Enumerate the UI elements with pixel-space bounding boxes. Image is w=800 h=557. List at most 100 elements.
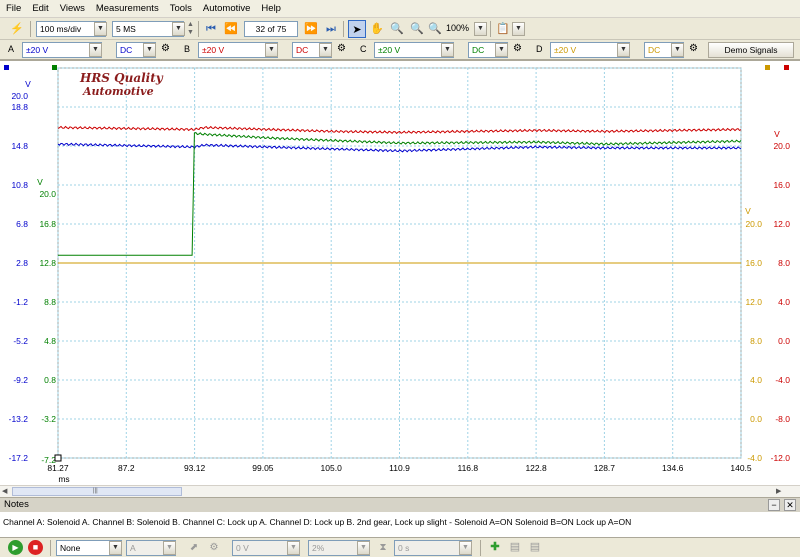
- advanced-trigger-icon[interactable]: ⚙: [205, 539, 223, 557]
- zoom-level: 100%: [446, 23, 470, 33]
- previous-buffer-icon[interactable]: ⏪: [222, 20, 240, 38]
- zoom-area-icon[interactable]: 🔍: [388, 20, 406, 38]
- channel-options-icon[interactable]: ⚙: [689, 43, 698, 54]
- axis-b-tick: -8.0: [775, 414, 790, 424]
- buffer-number-field[interactable]: 32 of 75: [244, 21, 298, 37]
- channel-options-icon[interactable]: ⚙: [161, 43, 170, 54]
- scope-chart: V20.018.814.810.86.82.8-1.2-5.2-9.2-13.2…: [4, 65, 791, 484]
- axis-b-unit: V: [774, 129, 780, 139]
- channel-b-marker: [784, 65, 789, 70]
- stop-icon[interactable]: ■: [28, 540, 43, 555]
- scope-view[interactable]: V 20.0 18.8 14.8 10.8 6.8 2.8 -1.2 -5.2 -9.2 -13.2…: [0, 60, 800, 485]
- menu-views[interactable]: Views: [54, 0, 90, 14]
- next-buffer-icon[interactable]: ⏩: [302, 20, 320, 38]
- chevron-down-icon[interactable]: ▼: [495, 43, 508, 57]
- horizontal-scrollbar[interactable]: ◀ ||| ▶: [0, 485, 800, 497]
- axis-a-tick: 14.8: [11, 141, 28, 151]
- first-buffer-icon[interactable]: ⏮: [202, 20, 220, 38]
- chevron-down-icon[interactable]: ▼: [94, 22, 107, 36]
- hand-tool-icon[interactable]: ✋: [368, 20, 386, 38]
- channel-c-marker: [52, 65, 57, 70]
- chevron-down-icon[interactable]: ▼: [671, 43, 684, 57]
- notes-text[interactable]: Channel A: Solenoid A. Channel B: Soleno…: [0, 512, 800, 537]
- axis-d-unit: V: [745, 206, 751, 216]
- axis-x-tick: 99.05: [252, 463, 274, 473]
- demo-signals-button[interactable]: Demo Signals: [708, 42, 794, 58]
- rising-edge-icon[interactable]: ⬈: [185, 539, 203, 557]
- close-icon[interactable]: ✕: [784, 499, 796, 511]
- chevron-down-icon[interactable]: ▼: [441, 43, 454, 57]
- pointer-tool-icon[interactable]: ➤: [348, 20, 366, 38]
- axis-a-tick: -9.2: [13, 375, 28, 385]
- chevron-down-icon[interactable]: ▼: [512, 22, 525, 36]
- channel-a-marker: [4, 65, 9, 70]
- axis-x-tick: 81.27: [47, 463, 69, 473]
- probe-icon[interactable]: ⚡: [8, 20, 26, 38]
- chevron-down-icon[interactable]: ▼: [459, 541, 472, 555]
- axis-c-tick: 8.8: [44, 297, 56, 307]
- logo-line-1: HRS Quality: [80, 71, 163, 85]
- toolbar-divider: [343, 21, 344, 37]
- chevron-down-icon[interactable]: ▼: [474, 22, 487, 36]
- notes-title: Notes: [4, 499, 29, 510]
- axis-b-tick: -12.0: [771, 453, 791, 463]
- channel-letter: D: [536, 44, 543, 54]
- menu-edit[interactable]: Edit: [26, 0, 53, 14]
- axis-c-tick: 4.8: [44, 336, 56, 346]
- axis-d-tick: 20.0: [745, 219, 762, 229]
- add-measurement-icon[interactable]: ✚: [486, 538, 504, 556]
- chevron-down-icon[interactable]: ▼: [89, 43, 102, 57]
- last-buffer-icon[interactable]: ⏭: [322, 20, 340, 38]
- menu-help[interactable]: Help: [255, 0, 286, 14]
- axis-b-tick: 12.0: [773, 219, 790, 229]
- axis-d-tick: 16.0: [745, 258, 762, 268]
- axis-a-tick: 6.8: [16, 219, 28, 229]
- chevron-down-icon[interactable]: ▼: [287, 541, 300, 555]
- chevron-down-icon[interactable]: ▼: [265, 43, 278, 57]
- axis-a-tick: 10.8: [11, 180, 28, 190]
- channel-options-icon[interactable]: ⚙: [337, 43, 346, 54]
- zoom-in-icon[interactable]: 🔍: [408, 20, 426, 38]
- chevron-down-icon[interactable]: ▼: [143, 43, 156, 57]
- channel-d-marker: [765, 65, 770, 70]
- chevron-down-icon[interactable]: ▼: [319, 43, 332, 57]
- axis-x-tick: 93.12: [184, 463, 206, 473]
- chevron-down-icon[interactable]: ▼: [617, 43, 630, 57]
- axis-x-tick: 110.9: [389, 463, 410, 473]
- axis-a-tick: 20.0: [11, 91, 28, 101]
- scroll-left-icon[interactable]: ◀: [2, 487, 7, 495]
- toolbar-divider: [480, 540, 481, 556]
- channel-options-icon[interactable]: ⚙: [513, 43, 522, 54]
- axis-x-tick: 140.5: [730, 463, 752, 473]
- axis-c-tick: 20.0: [39, 189, 56, 199]
- minimize-icon[interactable]: −: [768, 499, 780, 511]
- axis-b-tick: 20.0: [773, 141, 790, 151]
- menu-tools[interactable]: Tools: [164, 0, 197, 14]
- samples-spinner[interactable]: ▲ ▼: [187, 21, 194, 37]
- chevron-down-icon[interactable]: ▼: [357, 541, 370, 555]
- chevron-down-icon[interactable]: ▼: [163, 541, 176, 555]
- axis-a-tick: -1.2: [13, 297, 28, 307]
- menu-automotive[interactable]: Automotive: [197, 0, 256, 14]
- axis-a-unit: V: [25, 79, 31, 89]
- axis-c-tick: 0.8: [44, 375, 56, 385]
- start-icon[interactable]: ▶: [8, 540, 23, 555]
- channel-toolbar: A ±20 V ▼ DC ▼ ⚙ B ±20 V ▼ DC ▼ ⚙ C ±20 V ▼ DC ▼ ⚙ D ±20 V ▼…: [0, 40, 800, 60]
- axis-d-tick: -4.0: [747, 453, 762, 463]
- menu-file[interactable]: File: [0, 0, 26, 14]
- axis-a-tick: -13.2: [9, 414, 29, 424]
- zoom-out-icon[interactable]: 🔍: [426, 20, 444, 38]
- chevron-down-icon[interactable]: ▼: [172, 22, 185, 36]
- axis-x-tick: 87.2: [118, 463, 135, 473]
- scroll-thumb[interactable]: |||: [12, 487, 182, 496]
- menu-measurements[interactable]: Measurements: [90, 0, 164, 14]
- delete-measurement-icon[interactable]: ▤: [526, 538, 544, 556]
- axis-c-tick: 12.8: [39, 258, 56, 268]
- axis-a-tick: 18.8: [11, 102, 28, 112]
- axis-d-tick: 8.0: [750, 336, 762, 346]
- notes-settings-icon[interactable]: 📋: [494, 20, 512, 38]
- axis-c-tick: -3.2: [41, 414, 56, 424]
- chevron-down-icon[interactable]: ▼: [109, 541, 122, 555]
- scroll-right-icon[interactable]: ▶: [776, 487, 781, 495]
- edit-measurement-icon[interactable]: ▤: [506, 538, 524, 556]
